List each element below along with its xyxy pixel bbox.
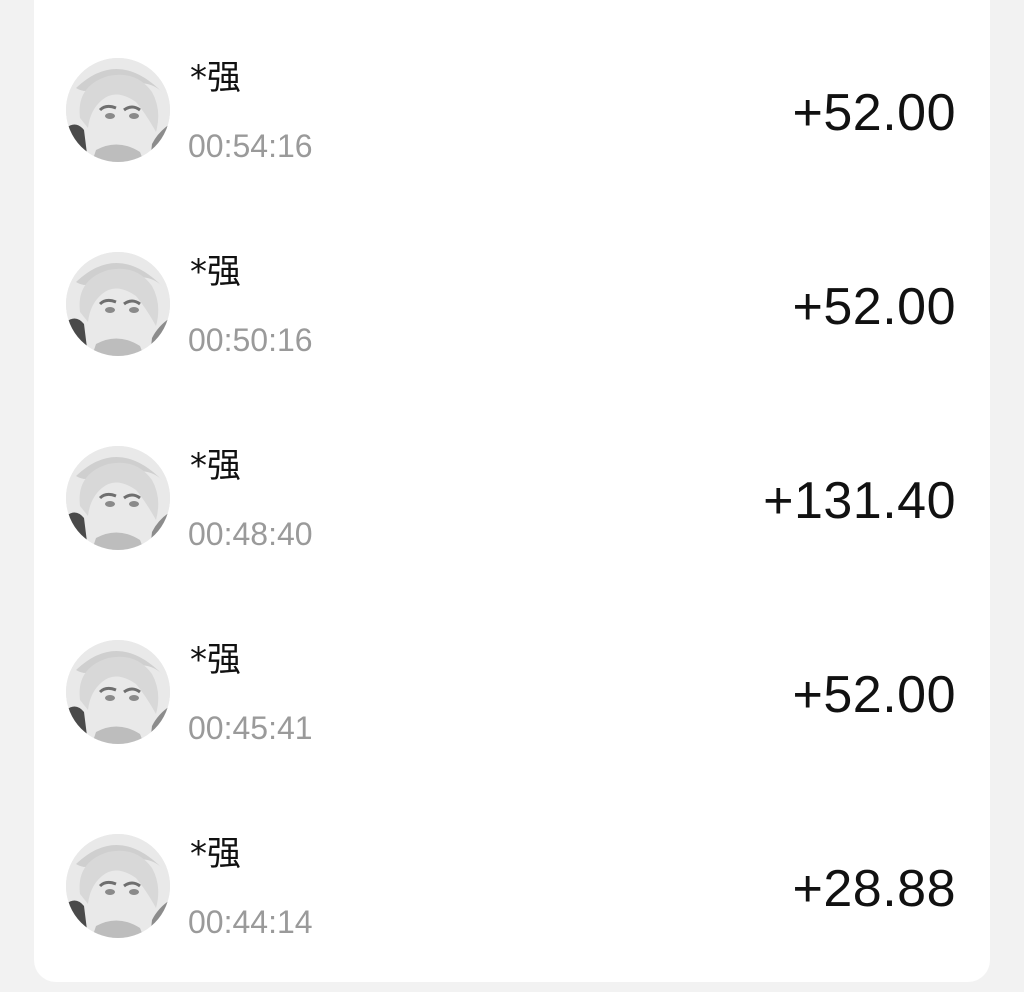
user-avatar-icon[interactable]: [66, 446, 170, 550]
user-avatar-icon[interactable]: [66, 58, 170, 162]
payer-name: *强: [190, 58, 241, 98]
transaction-amount: +52.00: [792, 666, 956, 724]
payer-name: *强: [190, 834, 241, 874]
user-avatar-icon[interactable]: [66, 834, 170, 938]
transaction-amount: +28.88: [792, 860, 956, 918]
transaction-time: 00:45:41: [188, 710, 313, 746]
transaction-row[interactable]: *强 00:50:16 +52.00: [0, 238, 1024, 368]
transaction-amount: +131.40: [763, 472, 956, 530]
transaction-amount: +52.00: [792, 278, 956, 336]
transaction-amount: +52.00: [792, 84, 956, 142]
transaction-time: 00:50:16: [188, 322, 313, 358]
transaction-time: 00:44:14: [188, 904, 313, 940]
payer-name: *强: [190, 252, 241, 292]
transaction-row[interactable]: *强 00:45:41 +52.00: [0, 626, 1024, 756]
transaction-row[interactable]: *强 00:44:14 +28.88: [0, 820, 1024, 950]
transaction-row[interactable]: *强 00:48:40 +131.40: [0, 432, 1024, 562]
payer-name: *强: [190, 446, 241, 486]
transaction-time: 00:48:40: [188, 516, 313, 552]
user-avatar-icon[interactable]: [66, 252, 170, 356]
payer-name: *强: [190, 640, 241, 680]
transaction-row[interactable]: *强 00:54:16 +52.00: [0, 44, 1024, 174]
transaction-time: 00:54:16: [188, 128, 313, 164]
user-avatar-icon[interactable]: [66, 640, 170, 744]
